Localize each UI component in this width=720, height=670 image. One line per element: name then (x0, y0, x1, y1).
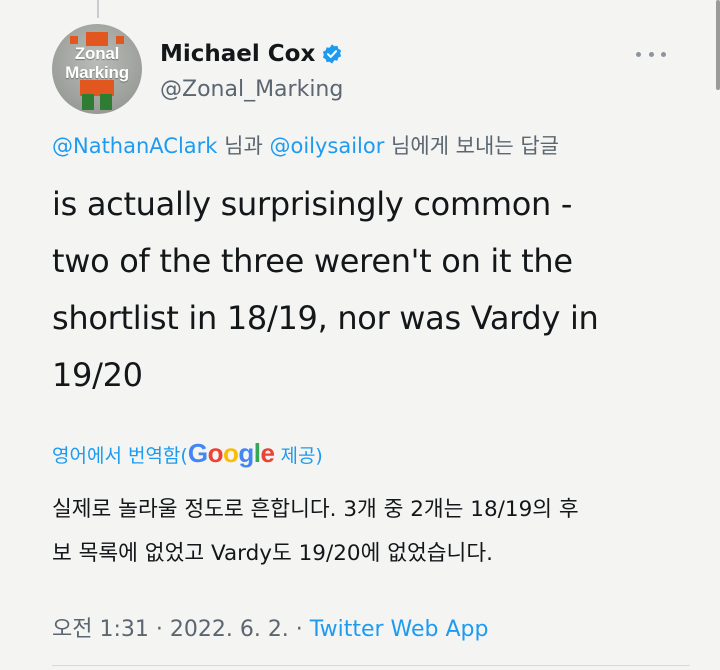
avatar-logo-text-line2: Marking (65, 63, 129, 82)
mention-link-nathanaclark[interactable]: @NathanAClark (52, 134, 217, 158)
translated-by-google-link[interactable]: 영어에서 번역함(Google 제공) (52, 436, 323, 473)
more-dot (636, 51, 641, 57)
verified-badge-icon (321, 43, 343, 65)
google-letter: G (187, 438, 208, 468)
timestamp-link[interactable]: 오전 1:31 · 2022. 6. 2. · (52, 617, 310, 642)
thread-connector-line (97, 0, 99, 18)
reply-suffix-text: 님에게 보내는 답글 (384, 134, 559, 158)
handle[interactable]: @Zonal_Marking (160, 76, 343, 104)
translated-text-line: 보 목록에 없었고 Vardy도 19/20에 없었습니다. (52, 541, 493, 566)
divider (52, 665, 690, 666)
translated-text-line: 실제로 놀라울 정도로 흔합니다. 3개 중 2개는 18/19의 후 (52, 497, 579, 522)
avatar[interactable]: Zonal Marking (52, 24, 142, 114)
more-dot (648, 51, 654, 57)
tweet-header: Zonal Marking Michael Cox @Zonal_Marking (52, 24, 696, 116)
display-name[interactable]: Michael Cox (160, 40, 315, 68)
tweet-text-line: is actually surprisingly common - (52, 185, 573, 223)
mention-link-oilysailor[interactable]: @oilysailor (269, 134, 384, 158)
tweet-meta: 오전 1:31 · 2022. 6. 2. · Twitter Web App (52, 614, 488, 646)
more-dot (661, 51, 666, 57)
translate-prefix: 영어에서 번역함( (52, 445, 188, 467)
name-row: Michael Cox (160, 40, 343, 68)
reply-context: @NathanAClark 님과 @oilysailor 님에게 보내는 답글 (52, 132, 700, 160)
tweet-text-line: two of the three weren't on it the (52, 242, 573, 280)
tweet-text-line: 19/20 (52, 356, 143, 394)
google-letter: o (207, 438, 224, 468)
more-options-icon[interactable] (636, 44, 666, 64)
tweet-text: is actually surprisingly common - two of… (52, 176, 692, 404)
google-letter: o (222, 438, 239, 468)
reply-connector-text: 님과 (217, 134, 270, 158)
avatar-logo-text-line1: Zonal (74, 44, 120, 63)
google-letter: g (238, 438, 254, 468)
google-logo: Google (188, 438, 275, 468)
source-app-link[interactable]: Twitter Web App (310, 617, 489, 642)
google-letter: e (260, 438, 275, 468)
scrollbar[interactable] (716, 0, 720, 90)
translated-text: 실제로 놀라울 정도로 흔합니다. 3개 중 2개는 18/19의 후 보 목록… (52, 488, 682, 576)
translate-suffix: 제공) (274, 445, 323, 467)
tweet-text-line: shortlist in 18/19, nor was Vardy in (52, 299, 599, 337)
